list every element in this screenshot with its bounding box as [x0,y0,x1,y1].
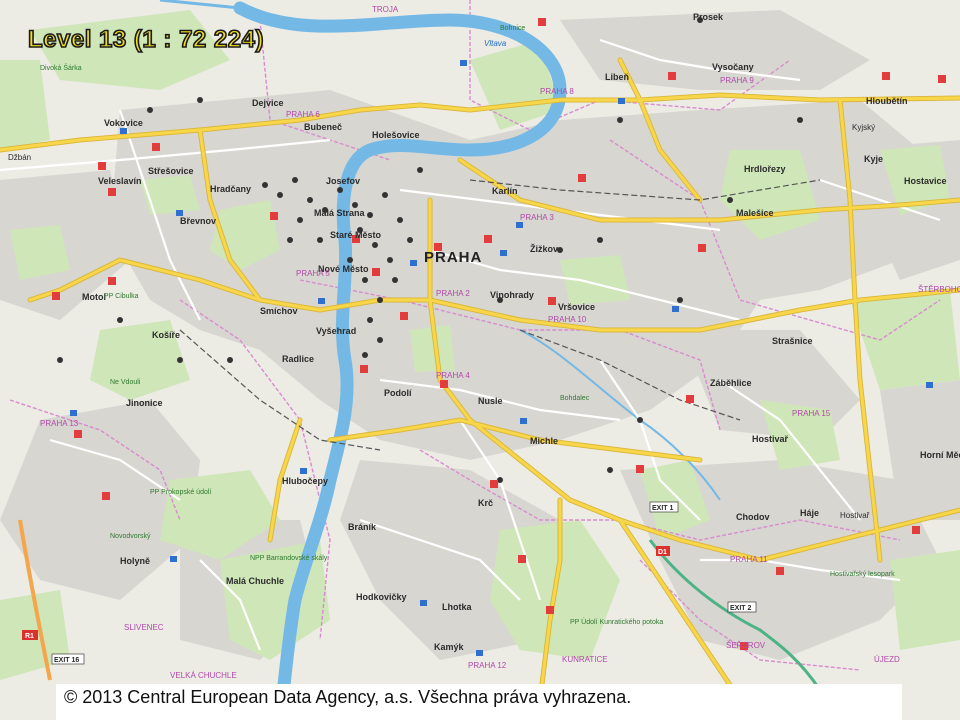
label-mala-chuchle: Malá Chuchle [226,576,284,586]
label-velka-chuchle: VELKÁ CHUCHLE [170,671,237,680]
copyright-text: © 2013 Central European Data Agency, a.s… [64,687,632,707]
label-praha3: PRAHA 3 [520,213,554,222]
label-liben: Libeň [605,72,629,82]
label-zabehlice: Záběhlice [710,378,752,388]
label-vysocany: Vysočany [712,62,754,72]
label-sterov: ŠEŘEROV [726,641,766,650]
label-praha11: PRAHA 11 [730,555,768,564]
label-vltava: Vltava [484,39,507,48]
label-bubenec: Bubeneč [304,122,342,132]
label-josefov: Josefov [326,176,360,186]
label-vokovice: Vokovice [104,118,143,128]
label-krc: Krč [478,498,493,508]
label-chodov: Chodov [736,512,770,522]
label-hostivar-small: Hostivař [840,511,870,520]
label-hrdlorezy: Hrdlořezy [744,164,786,174]
label-praha12: PRAHA 12 [468,661,507,670]
zoom-level-label: Level 13 (1 : 72 224) [27,25,264,54]
label-hradcany: Hradčany [210,184,251,194]
label-slivenec: SLIVENEC [124,623,164,632]
label-horni-mecholupy: Horní Měcholupy [920,450,960,460]
label-hostivarsky-lesopark: Hostivařský lesopark [830,571,895,578]
label-haje: Háje [800,508,819,518]
label-stresovice: Střešovice [148,166,194,176]
label-dzban: Džbán [8,153,31,162]
label-ujezd: ÚJEZD [874,655,900,664]
label-pp-prokopske: PP Prokopské údolí [150,489,211,496]
label-vinohrady: Vinohrady [490,290,534,300]
label-malesice: Malešice [736,208,774,218]
label-praha4: PRAHA 4 [436,371,470,380]
label-bohdalec: Bohdalec [560,395,590,402]
label-hlubocepy: Hlubočepy [282,476,328,486]
label-kyje: Kyje [864,154,883,164]
label-radlice: Radlice [282,354,314,364]
label-pp-cibulka: PP Cibulka [104,293,139,300]
label-kunraticky-les: PP Údolí Kunratického potoka [570,617,663,626]
label-zizkov: Žižkov [530,243,558,254]
label-karlin: Karlín [492,186,518,196]
label-praha5: PRAHA 5 [296,269,330,278]
label-lhotka: Lhotka [442,602,472,612]
map-canvas[interactable]: PRAHA TROJA Prosek Vysočany PRAHA 9 Libe… [0,0,960,720]
label-praha9: PRAHA 9 [720,76,754,85]
label-kyjsky: Kyjský [852,123,875,132]
label-michle: Michle [530,436,558,446]
label-divoka-sarka: Divoká Šárka [40,63,82,72]
label-strasnice: Strašnice [772,336,813,346]
label-praha13: PRAHA 13 [40,419,79,428]
label-praha6: PRAHA 6 [286,110,320,119]
label-nusle: Nusle [478,396,503,406]
label-npp-barrandovske: NPP Barrandovské skály [250,555,328,562]
label-motol: Motol [82,292,106,302]
label-smichov: Smíchov [260,306,298,316]
label-brevnov: Břevnov [180,216,216,226]
label-praha8: PRAHA 8 [540,87,574,96]
label-vrsovice: Vršovice [558,302,595,312]
label-stare-mesto: Staré Město [330,230,382,240]
label-praha2: PRAHA 2 [436,289,470,298]
label-praha15: PRAHA 15 [792,409,831,418]
label-kamyk: Kamýk [434,642,465,652]
label-holyne: Holyně [120,556,150,566]
label-bohnice: Bohnice [500,25,525,32]
label-kosire: Košíře [152,330,180,340]
label-vysehrad: Vyšehrad [316,326,356,336]
label-exit16: EXIT 16 [54,657,79,664]
label-d1: D1 [658,549,667,556]
label-branik: Bráník [348,522,377,532]
label-holesovice: Holešovice [372,130,420,140]
label-ne-vdouli: Ne Vdouli [110,379,141,386]
label-prosek: Prosek [693,12,724,22]
label-npp-novodvorsky: Novodvorský [110,533,151,540]
label-sterboholy: ŠTĚRBOHOLY [918,285,960,294]
label-hloubetin: Hloubětín [866,96,908,106]
label-hostavice: Hostavice [904,176,947,186]
label-praha: PRAHA [424,249,482,266]
label-r1: R1 [25,633,34,640]
label-mala-strana: Malá Strana [314,208,366,218]
label-jinonice: Jinonice [126,398,163,408]
label-exit2: EXIT 2 [730,605,752,612]
label-dejvice: Dejvice [252,98,284,108]
label-exit1: EXIT 1 [652,505,674,512]
label-praha10: PRAHA 10 [548,315,587,324]
label-podoli: Podolí [384,388,412,398]
label-veleslavin: Veleslavín [98,176,142,186]
label-hostivar: Hostivař [752,434,789,444]
copyright-bar: © 2013 Central European Data Agency, a.s… [56,684,902,720]
label-hodkovicky: Hodkovičky [356,592,407,602]
label-troja: TROJA [372,5,399,14]
label-kunratice: KUNRATICE [562,655,608,664]
